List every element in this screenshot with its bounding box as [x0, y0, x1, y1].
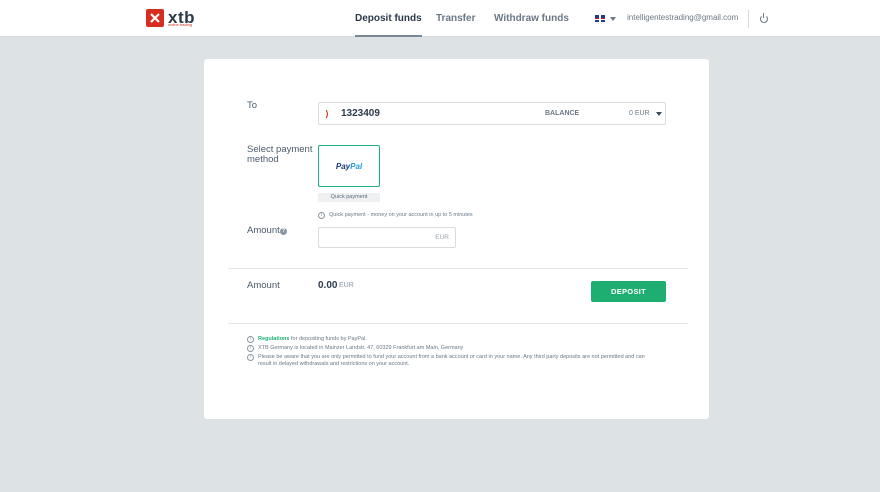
top-bar: xtb online trading Deposit funds Transfe…	[0, 0, 880, 37]
paypal-option[interactable]: PayPal	[318, 145, 380, 187]
amount-label: Amount	[247, 225, 280, 236]
deposit-card: To ⟩ 1323409 BALANCE 0 EUR Select paymen…	[204, 59, 709, 419]
info-icon: i	[318, 212, 325, 219]
account-select[interactable]: ⟩ 1323409 BALANCE 0 EUR	[318, 102, 666, 125]
header-divider	[748, 10, 749, 28]
language-chevron-down-icon[interactable]	[610, 17, 616, 21]
payment-method-label: Select payment method	[247, 144, 313, 165]
total-amount-label: Amount	[247, 280, 280, 291]
paypal-logo: PayPal	[335, 161, 363, 171]
account-number: 1323409	[341, 108, 380, 119]
notice-line-2: result in delayed withdrawals and restri…	[258, 361, 410, 367]
quick-payment-note: Quick payment - money on your account in…	[329, 212, 473, 218]
logo-tagline: online trading	[168, 22, 193, 27]
uk-flag-icon[interactable]	[595, 15, 605, 22]
deposit-button[interactable]: DEPOSIT	[591, 281, 666, 302]
divider	[228, 323, 688, 324]
amount-input[interactable]	[319, 228, 429, 247]
regulations-note: Regulations for depositing funds by PayP…	[258, 336, 367, 343]
xtb-account-icon: ⟩	[325, 109, 330, 119]
info-icon: i	[247, 345, 254, 352]
chevron-down-icon[interactable]	[656, 112, 662, 116]
nav-withdraw-funds[interactable]: Withdraw funds	[494, 0, 569, 37]
balance-value: 0 EUR	[629, 110, 650, 117]
address-note: XTB Germany is located in Mainzer Landst…	[258, 345, 464, 351]
nav-transfer[interactable]: Transfer	[436, 0, 475, 37]
user-email[interactable]: intelligentestrading@gmail.com	[627, 13, 738, 22]
regulations-link[interactable]: Regulations	[258, 336, 289, 342]
balance-label: BALANCE	[545, 110, 580, 117]
divider	[228, 268, 688, 269]
quick-payment-badge: Quick payment	[318, 193, 380, 202]
info-icon: i	[247, 354, 254, 361]
power-icon[interactable]	[760, 13, 768, 23]
xtb-logo-icon	[146, 9, 164, 27]
total-amount-value: 0.00	[318, 280, 338, 291]
amount-field[interactable]: EUR	[318, 227, 456, 248]
total-amount-currency: EUR	[339, 282, 354, 289]
notice-line-1: Please be aware that you are only permit…	[258, 354, 645, 360]
xtb-logo[interactable]: xtb online trading	[146, 9, 195, 27]
amount-currency: EUR	[435, 234, 449, 241]
info-icon: i	[247, 336, 254, 343]
help-icon[interactable]: ?	[280, 228, 287, 235]
to-label: To	[247, 100, 258, 111]
regulations-note-text: for depositing funds by PayPal.	[289, 336, 367, 342]
nav-deposit-funds[interactable]: Deposit funds	[355, 0, 422, 37]
